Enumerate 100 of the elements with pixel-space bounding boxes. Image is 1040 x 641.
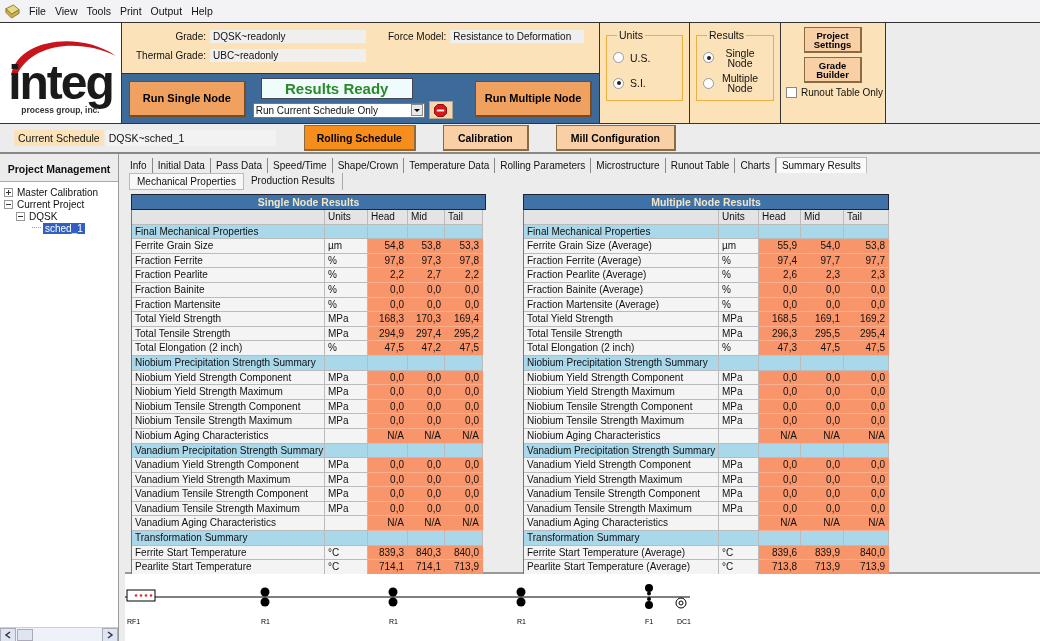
run-single-node-button[interactable]: Run Single Node: [129, 80, 246, 117]
tab[interactable]: Charts: [735, 158, 776, 173]
value-cell: N/A: [408, 516, 445, 532]
table-cell: Fraction Pearlite: [132, 268, 325, 283]
table-cell: Ferrite Grain Size: [132, 239, 325, 254]
group-title: Units: [618, 29, 644, 41]
section-cell: [325, 531, 368, 546]
scroll-right-icon[interactable]: [102, 627, 118, 641]
schedule-view-button[interactable]: Rolling Schedule: [303, 125, 416, 151]
value-cell: 55,9: [759, 239, 801, 254]
run-mode-dropdown[interactable]: Run Current Schedule Only: [252, 102, 425, 118]
value-cell: 53,3: [445, 239, 483, 254]
value-cell: 2,7: [408, 268, 445, 283]
table-cell: Vanadium Yield Strength Component: [524, 458, 719, 473]
current-schedule-field[interactable]: DQSK~sched_1: [105, 130, 276, 146]
force-model-field[interactable]: Resistance to Deformation: [450, 30, 585, 43]
table-cell: Vanadium Yield Strength Component: [132, 458, 325, 473]
tree-item[interactable]: Master Calibration: [15, 186, 101, 198]
roll-stand-icon[interactable]: [516, 587, 526, 607]
expander-icon[interactable]: [4, 199, 13, 209]
run-multiple-node-button[interactable]: Run Multiple Node: [475, 80, 592, 117]
roll-stand-icon[interactable]: [388, 587, 398, 607]
value-cell: 0,0: [844, 487, 889, 502]
tab[interactable]: Shape/Crown: [332, 158, 405, 173]
value-cell: 47,5: [445, 341, 483, 356]
menu-item[interactable]: View: [54, 5, 78, 17]
tree-item[interactable]: Current Project: [15, 198, 87, 210]
value-cell: N/A: [801, 516, 844, 532]
value-cell: 0,0: [445, 385, 483, 400]
schedule-view-button[interactable]: Calibration: [442, 125, 529, 151]
table-cell: Ferrite Start Temperature (Average): [524, 545, 719, 561]
sub-tab[interactable]: Mechanical Properties: [129, 173, 244, 190]
radio-label: Multiple Node: [720, 73, 760, 94]
app-icon: [5, 3, 20, 19]
value-cell: 54,8: [368, 239, 408, 254]
table-cell: Niobium Aging Characteristics: [132, 428, 325, 444]
tab[interactable]: Runout Table: [665, 158, 736, 173]
furnace-icon[interactable]: [126, 589, 156, 602]
radio-button[interactable]: [703, 77, 714, 89]
tab[interactable]: Microstructure: [591, 158, 666, 173]
value-cell: 2,6: [759, 268, 801, 283]
expander-icon[interactable]: [4, 187, 13, 197]
schedule-view-button[interactable]: Mill Configuration: [555, 125, 676, 151]
tree-item[interactable]: DQSK: [27, 210, 60, 222]
tab[interactable]: Temperature Data: [404, 158, 496, 173]
horizontal-scrollbar[interactable]: [0, 627, 118, 641]
table-cell: Vanadium Tensile Strength Component: [524, 487, 719, 502]
menu-item[interactable]: File: [29, 5, 46, 17]
table-cell: Fraction Martensite: [132, 297, 325, 313]
grade-field[interactable]: DQSK~readonly: [210, 30, 366, 43]
table-cell: Niobium Aging Characteristics: [524, 428, 719, 444]
value-cell: 47,5: [801, 341, 844, 356]
header-cell: Units: [719, 210, 759, 225]
value-cell: 0,0: [844, 458, 889, 473]
section-cell: [844, 531, 889, 546]
table-title: Single Node Results: [131, 194, 486, 210]
value-cell: 0,0: [801, 414, 844, 429]
value-cell: 0,0: [445, 414, 483, 429]
radio-label: Single Node: [724, 47, 756, 68]
sub-tab[interactable]: Production Results: [243, 173, 343, 190]
radio-button[interactable]: [613, 77, 624, 89]
tab[interactable]: Rolling Parameters: [495, 158, 592, 173]
finishing-stand-icon[interactable]: [645, 584, 653, 609]
radio-button[interactable]: [703, 52, 714, 64]
table-cell: Vanadium Yield Strength Maximum: [132, 472, 325, 488]
stop-sign-icon: [434, 103, 448, 117]
table-cell: Vanadium Yield Strength Maximum: [524, 472, 719, 488]
coiler-icon[interactable]: [675, 597, 687, 609]
value-cell: 169,4: [445, 312, 483, 327]
checkbox[interactable]: [786, 87, 797, 98]
tab[interactable]: Summary Results: [775, 157, 867, 173]
value-cell: 0,0: [408, 487, 445, 502]
header-cell: Head: [759, 210, 801, 225]
scroll-thumb[interactable]: [17, 628, 33, 641]
header-cell: Mid: [801, 210, 844, 225]
expander-icon[interactable]: [16, 211, 25, 221]
value-cell: 168,5: [759, 312, 801, 327]
thermal-grade-field[interactable]: UBC~readonly: [210, 49, 366, 62]
menu-item[interactable]: Tools: [86, 5, 111, 17]
value-cell: 2,2: [368, 268, 408, 283]
header-cell: Tail: [445, 210, 483, 225]
menu-item[interactable]: Output: [150, 5, 183, 17]
stop-button[interactable]: [428, 101, 453, 119]
table-cell: Fraction Ferrite (Average): [524, 253, 719, 269]
header-cell: Head: [368, 210, 408, 225]
tab[interactable]: Speed/Time: [268, 158, 333, 173]
scroll-left-icon[interactable]: [0, 627, 16, 641]
radio-button[interactable]: [613, 52, 624, 64]
value-cell: 0,0: [368, 487, 408, 502]
value-cell: 0,0: [408, 385, 445, 400]
menu-item[interactable]: Print: [120, 5, 142, 17]
project-settings-button[interactable]: Project Settings: [804, 27, 862, 53]
tree-item[interactable]: sched_1: [43, 222, 85, 234]
sidebar-title: Project Management: [6, 162, 112, 177]
header-cell: Units: [325, 210, 368, 225]
value-cell: 0,0: [368, 458, 408, 473]
grade-builder-button[interactable]: Grade Builder: [804, 57, 862, 83]
menu-item[interactable]: Help: [191, 5, 213, 17]
roll-stand-icon[interactable]: [260, 587, 270, 607]
value-cell: 0,0: [759, 458, 801, 473]
